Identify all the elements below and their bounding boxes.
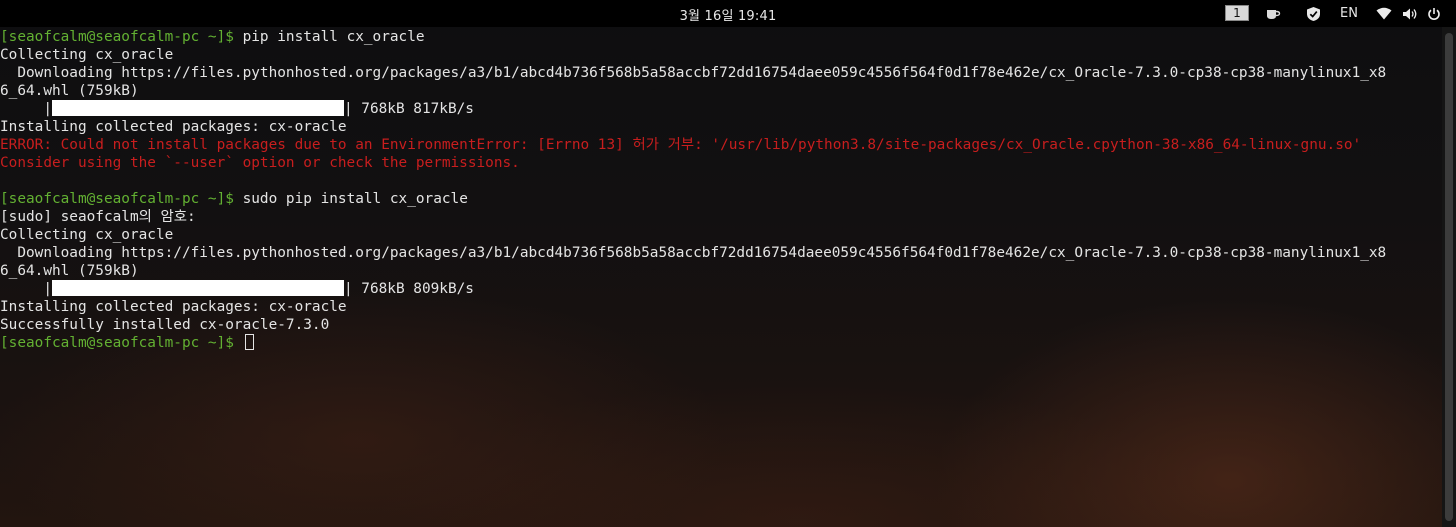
shell-prompt: [seaofcalm@seaofcalm-pc ~]$ [0,191,234,207]
terminal-line: 6_64.whl (759kB) [0,263,139,279]
top-panel: 3월 16일 19:41 1 EN [0,0,1456,27]
progress-prefix: | [0,281,52,297]
wifi-icon[interactable] [1374,0,1394,27]
text-cursor[interactable] [244,334,254,350]
command-text: pip install cx_oracle [233,29,425,45]
shield-icon[interactable] [1303,0,1323,27]
terminal-line: [sudo] seaofcalm의 암호: [0,209,196,225]
terminal-line: Installing collected packages: cx-oracle [0,299,347,315]
error-line: Consider using the `--user` option or ch… [0,155,520,171]
terminal-window[interactable]: [seaofcalm@seaofcalm-pc ~]$ pip install … [0,27,1442,527]
cup-icon[interactable] [1263,0,1283,27]
terminal-line: [seaofcalm@seaofcalm-pc ~]$ pip install … [0,28,425,46]
power-icon[interactable] [1424,0,1444,27]
language-indicator[interactable]: EN [1336,0,1362,27]
command-text [234,335,243,351]
shell-prompt: [seaofcalm@seaofcalm-pc ~]$ [0,335,234,351]
terminal-line: Downloading https://files.pythonhosted.o… [0,245,1387,261]
terminal-line: Collecting cx_oracle [0,47,174,63]
command-text: sudo pip install cx_oracle [233,191,468,207]
terminal-line: Installing collected packages: cx-oracle [0,119,347,135]
terminal-line: Collecting cx_oracle [0,227,174,243]
terminal-line: [seaofcalm@seaofcalm-pc ~]$ [0,334,254,352]
progress-bar [51,100,344,116]
scrollbar-thumb[interactable] [1445,33,1453,521]
error-line: ERROR: Could not install packages due to… [0,137,1362,153]
terminal-line: Downloading https://files.pythonhosted.o… [0,65,1387,81]
progress-line: | | 768kB 817kB/s [0,100,474,118]
terminal-line: Successfully installed cx-oracle-7.3.0 [0,317,330,333]
progress-suffix: | 768kB 817kB/s [343,101,474,117]
progress-line: | | 768kB 809kB/s [0,280,474,298]
terminal-scrollbar[interactable] [1442,27,1456,527]
desktop: 3월 16일 19:41 1 EN [seaofcalm@seaofcalm-p… [0,0,1456,527]
shell-prompt: [seaofcalm@seaofcalm-pc ~]$ [0,29,234,45]
volume-icon[interactable] [1400,0,1420,27]
progress-suffix: | 768kB 809kB/s [343,281,474,297]
progress-prefix: | [0,101,52,117]
workspace-indicator[interactable]: 1 [1225,5,1249,21]
terminal-line: 6_64.whl (759kB) [0,83,139,99]
terminal-line: [seaofcalm@seaofcalm-pc ~]$ sudo pip ins… [0,190,468,208]
progress-bar [51,280,344,296]
